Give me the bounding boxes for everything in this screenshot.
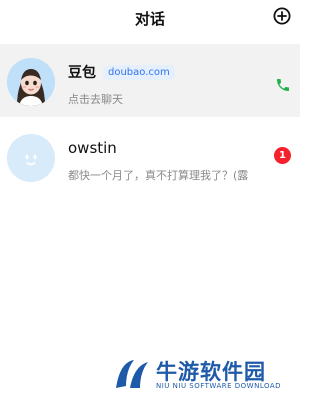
smiley-face-avatar xyxy=(7,134,55,182)
watermark-logo-icon xyxy=(116,360,148,388)
conversation-item-doubao[interactable]: 豆包 doubao.com 点击去聊天 xyxy=(0,44,300,117)
plus-circle-icon[interactable] xyxy=(273,7,291,25)
page-title: 对话 xyxy=(134,10,165,28)
cartoon-girl-avatar xyxy=(7,58,55,106)
conversation-item-owstin[interactable]: owstin 都快一个月了，真不打算理我了？(露 1 xyxy=(0,120,300,193)
phone-icon[interactable] xyxy=(275,77,291,93)
conversation-subtitle: 点击去聊天 xyxy=(68,93,123,106)
domain-tag: doubao.com xyxy=(103,64,175,80)
watermark-subtitle: NIU NIU SOFTWARE DOWNLOAD xyxy=(156,382,282,390)
top-bar: 对话 xyxy=(0,0,300,38)
watermark: 牛游软件园 NIU NIU SOFTWARE DOWNLOAD xyxy=(112,356,292,394)
unread-badge: 1 xyxy=(274,147,291,164)
name-row: owstin xyxy=(68,138,117,158)
conversation-name: owstin xyxy=(68,139,117,157)
conversation-subtitle: 都快一个月了，真不打算理我了？(露 xyxy=(68,169,249,182)
conversation-name: 豆包 xyxy=(68,65,96,81)
conversation-list: 豆包 doubao.com 点击去聊天 owstin 都快一个月了，真不打算理我… xyxy=(0,44,300,193)
name-row: 豆包 doubao.com xyxy=(68,62,175,82)
